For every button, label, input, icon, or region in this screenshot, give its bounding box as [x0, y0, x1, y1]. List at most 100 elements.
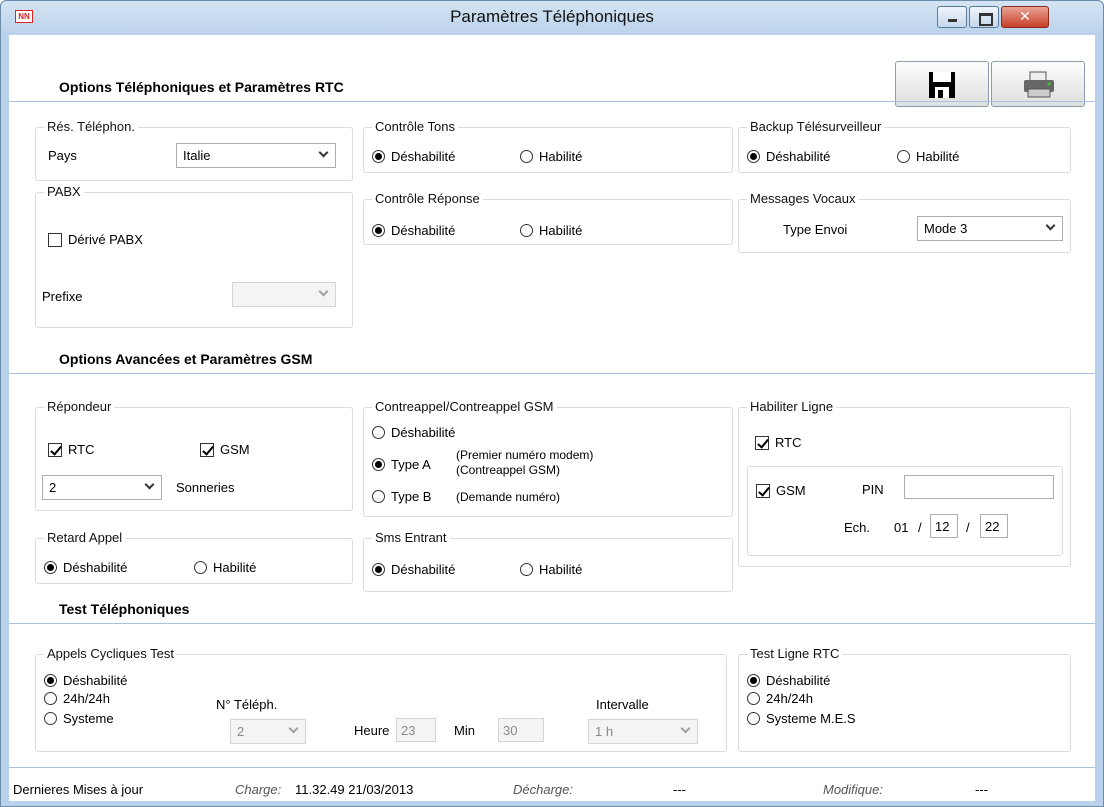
sonneries-select[interactable]: 2 — [42, 475, 162, 500]
intervalle-label: Intervalle — [596, 697, 649, 712]
decharge-value: --- — [673, 782, 686, 797]
controle-tons-option-1[interactable]: Déshabilité — [372, 148, 455, 164]
option-label: Habilité — [213, 560, 257, 576]
group-title: Retard Appel — [44, 530, 126, 545]
appels-cycliques-group: Appels Cycliques Test Déshabilité 24h/24… — [35, 646, 727, 752]
controle-reponse-option-1[interactable]: Déshabilité — [372, 222, 455, 238]
res-telephon-group: Rés. Téléphon. Pays Italie — [35, 119, 353, 181]
ech-separator: / — [966, 520, 970, 535]
contreappel-option-type-a[interactable]: Type A — [372, 456, 431, 472]
charge-value: 11.32.49 21/03/2013 — [295, 782, 414, 797]
radio-icon — [44, 692, 57, 706]
repondeur-rtc-checkbox[interactable]: RTC — [48, 441, 94, 457]
radio-icon — [372, 490, 385, 504]
min-input[interactable]: 30 — [498, 718, 544, 742]
retard-appel-option-1[interactable]: Déshabilité — [44, 559, 127, 575]
decharge-label: Décharge: — [513, 782, 573, 797]
appels-cycliques-option-2[interactable]: 24h/24h — [44, 690, 110, 706]
radio-icon — [372, 426, 385, 440]
ntel-select[interactable]: 2 — [230, 719, 306, 744]
option-label: Déshabilité — [391, 149, 456, 165]
ligne-rtc-checkbox[interactable]: RTC — [755, 434, 801, 450]
derive-pabx-checkbox[interactable]: Dérivé PABX — [48, 231, 143, 247]
sms-entrant-option-1[interactable]: Déshabilité — [372, 561, 455, 577]
ech-month-input[interactable]: 12 — [930, 514, 958, 538]
controle-reponse-option-2[interactable]: Habilité — [520, 222, 582, 238]
contreappel-option-deshabilite[interactable]: Déshabilité — [372, 424, 455, 440]
group-title: Habiliter Ligne — [747, 399, 837, 414]
pin-label: PIN — [862, 482, 884, 497]
sms-entrant-option-2[interactable]: Habilité — [520, 561, 582, 577]
test-ligne-option-2[interactable]: 24h/24h — [747, 690, 813, 706]
backup-option-1[interactable]: Déshabilité — [747, 148, 830, 164]
radio-selected-icon — [372, 150, 385, 164]
window: NN Paramètres Téléphoniques ✕ Options Té… — [0, 0, 1104, 807]
charge-label: Charge: — [235, 782, 282, 797]
floppy-disk-icon — [929, 72, 955, 98]
option-label: 24h/24h — [766, 691, 813, 707]
appels-cycliques-option-3[interactable]: Systeme — [44, 710, 114, 726]
ligne-gsm-checkbox[interactable]: GSM — [756, 482, 806, 498]
close-button[interactable]: ✕ — [1001, 6, 1049, 28]
option-label: Déshabilité — [63, 560, 128, 576]
min-value: 30 — [503, 723, 518, 738]
option-label: Systeme — [63, 711, 114, 727]
checkbox-checked-icon — [756, 483, 770, 498]
pays-select[interactable]: Italie — [176, 143, 336, 168]
contreappel-group: Contreappel/Contreappel GSM Déshabilité … — [363, 399, 733, 517]
group-title: Messages Vocaux — [747, 191, 859, 206]
pin-input[interactable] — [904, 475, 1054, 499]
section-divider — [9, 373, 1095, 374]
intervalle-select[interactable]: 1 h — [588, 719, 698, 744]
checkbox-icon — [48, 232, 62, 247]
minimize-button[interactable] — [937, 6, 967, 28]
prefixe-select[interactable] — [232, 282, 336, 307]
prefixe-label: Prefixe — [42, 289, 83, 304]
radio-selected-icon — [372, 224, 385, 238]
radio-icon — [747, 712, 760, 726]
chevron-down-icon — [319, 148, 329, 158]
appels-cycliques-option-1[interactable]: Déshabilité — [44, 672, 127, 688]
radio-icon — [44, 712, 57, 726]
option-label: Déshabilité — [766, 149, 831, 165]
ech-separator: / — [918, 520, 922, 535]
maximize-button[interactable] — [969, 6, 999, 28]
ech-day: 01 — [894, 520, 909, 535]
type-a-note-1: (Premier numéro modem) — [456, 448, 594, 462]
test-ligne-option-3[interactable]: Systeme M.E.S — [747, 710, 856, 726]
radio-icon — [897, 150, 910, 164]
sms-entrant-group: Sms Entrant Déshabilité Habilité — [363, 530, 733, 592]
option-label: Type A — [391, 457, 431, 473]
section-rtc-title: Options Téléphoniques et Paramètres RTC — [59, 79, 344, 95]
chevron-down-icon — [319, 287, 329, 297]
heure-value: 23 — [401, 723, 416, 738]
section-gsm-title: Options Avancées et Paramètres GSM — [59, 351, 313, 367]
radio-icon — [520, 224, 533, 238]
option-label: Déshabilité — [63, 673, 128, 689]
type-envoi-select[interactable]: Mode 3 — [917, 216, 1063, 241]
retard-appel-option-2[interactable]: Habilité — [194, 559, 256, 575]
status-bar: Dernieres Mises à jour Charge: 11.32.49 … — [9, 767, 1095, 801]
modifique-value: --- — [975, 782, 988, 797]
group-title: PABX — [44, 184, 84, 199]
type-envoi-value: Mode 3 — [924, 221, 968, 236]
pays-value: Italie — [183, 148, 211, 163]
contreappel-option-type-b[interactable]: Type B — [372, 488, 431, 504]
section-test-title: Test Téléphoniques — [59, 601, 190, 617]
type-envoi-label: Type Envoi — [783, 222, 848, 237]
test-ligne-option-1[interactable]: Déshabilité — [747, 672, 830, 688]
radio-selected-icon — [372, 458, 385, 472]
ntel-value: 2 — [237, 724, 245, 739]
ech-year-input[interactable]: 22 — [980, 514, 1008, 538]
repondeur-gsm-checkbox[interactable]: GSM — [200, 441, 250, 457]
backup-option-2[interactable]: Habilité — [897, 148, 959, 164]
group-title: Appels Cycliques Test — [44, 646, 177, 661]
ntel-label: N° Téléph. — [216, 697, 278, 712]
close-icon: ✕ — [1019, 8, 1031, 24]
option-label: Type B — [391, 489, 432, 505]
controle-tons-option-2[interactable]: Habilité — [520, 148, 582, 164]
group-title: Contrôle Réponse — [372, 191, 483, 206]
min-label: Min — [454, 723, 475, 738]
heure-input[interactable]: 23 — [396, 718, 436, 742]
radio-icon — [520, 150, 533, 164]
